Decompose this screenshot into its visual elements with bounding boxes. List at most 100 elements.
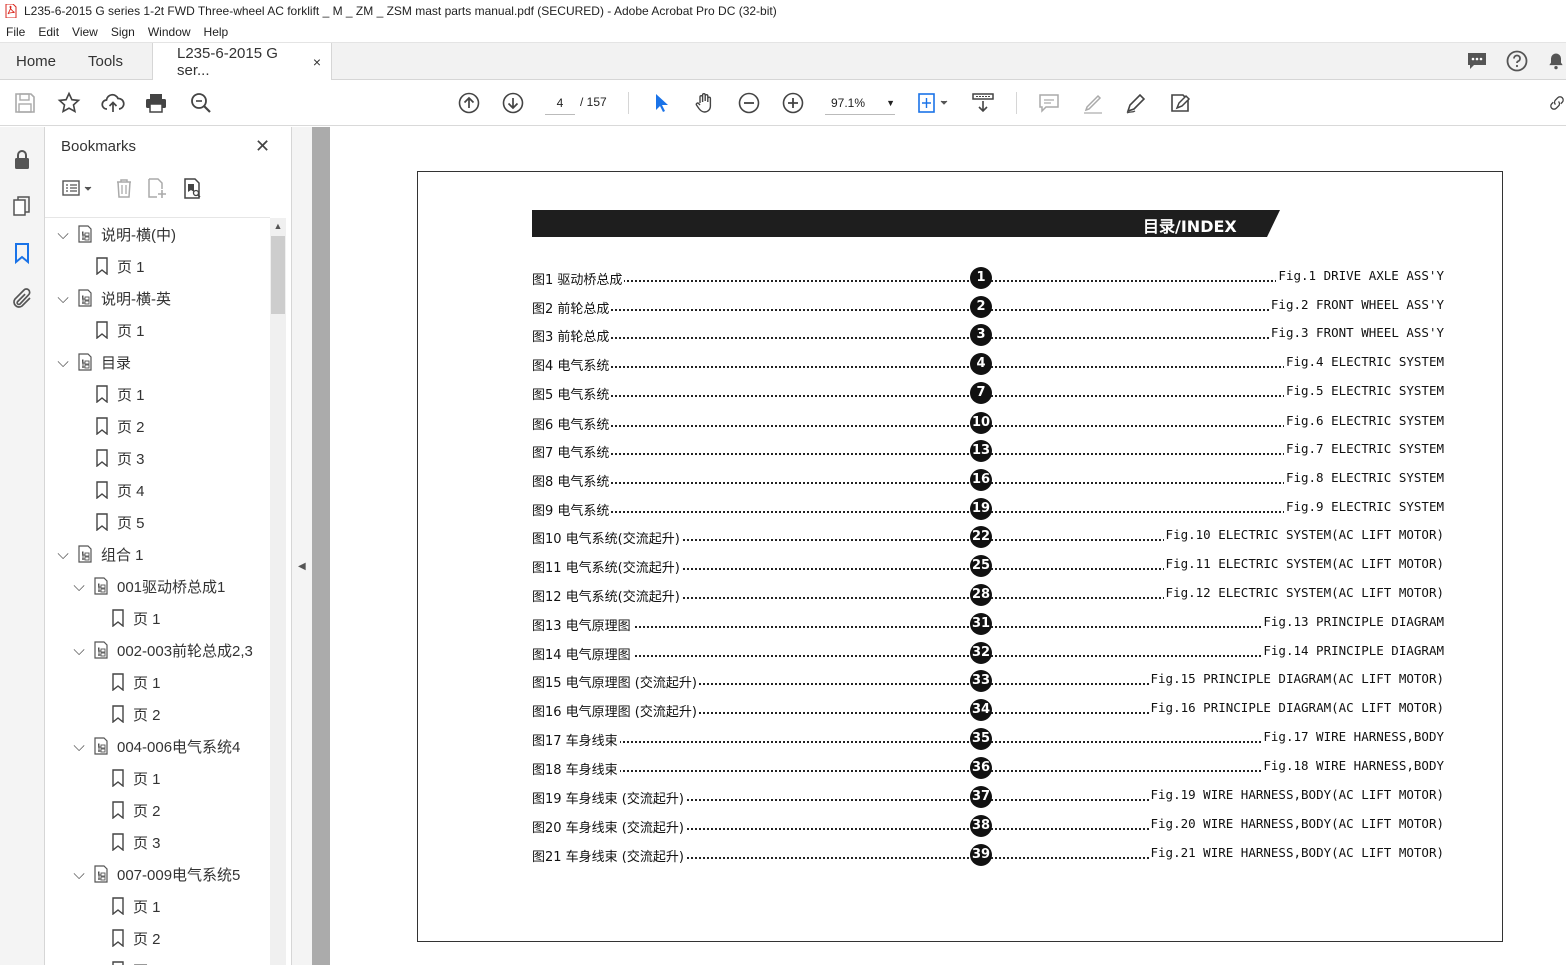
- bookmark-page-item[interactable]: 页 1: [103, 890, 161, 922]
- index-entry[interactable]: 图13 电气原理图 31 Fig.13 PRINCIPLE DIAGRAM: [532, 611, 1444, 637]
- comment-bubble-icon[interactable]: [1465, 49, 1489, 73]
- menu-edit[interactable]: Edit: [38, 25, 59, 39]
- notifications-bell-icon[interactable]: [1546, 49, 1566, 73]
- bookmark-group[interactable]: ⌵ 组合 1: [55, 538, 144, 570]
- next-page-icon[interactable]: [501, 91, 525, 115]
- bookmark-group[interactable]: ⌵ 004-006电气系统4: [71, 730, 240, 762]
- bookmarks-scrollbar[interactable]: [270, 218, 286, 965]
- scroll-mode-icon[interactable]: [971, 91, 995, 115]
- menu-sign[interactable]: Sign: [111, 25, 135, 39]
- menu-window[interactable]: Window: [148, 25, 191, 39]
- index-entry[interactable]: 图12 电气系统(交流起升) 28 Fig.12 ELECTRIC SYSTEM(A…: [532, 582, 1444, 608]
- share-link-icon[interactable]: [1548, 91, 1566, 115]
- upload-cloud-icon[interactable]: [101, 91, 125, 115]
- zoom-search-icon[interactable]: [189, 91, 213, 115]
- index-entry[interactable]: 图9 电气系统 19 Fig.9 ELECTRIC SYSTEM: [532, 496, 1444, 522]
- chevron-down-icon[interactable]: ⌵: [71, 578, 87, 595]
- index-entry[interactable]: 图18 车身线束 36 Fig.18 WIRE HARNESS,BODY: [532, 755, 1444, 781]
- bookmark-group[interactable]: ⌵ 001驱动桥总成1: [71, 570, 225, 602]
- index-entry[interactable]: 图8 电气系统 16 Fig.8 ELECTRIC SYSTEM: [532, 467, 1444, 493]
- bookmark-page-item[interactable]: 页 3: [103, 826, 161, 858]
- zoom-in-icon[interactable]: [781, 91, 805, 115]
- menu-view[interactable]: View: [72, 25, 98, 39]
- index-entry[interactable]: 图1 驱动桥总成 1 Fig.1 DRIVE AXLE ASS'Y: [532, 265, 1444, 291]
- index-entry[interactable]: 图2 前轮总成 2 Fig.2 FRONT WHEEL ASS'Y: [532, 294, 1444, 320]
- panel-splitter[interactable]: ◀: [292, 127, 312, 965]
- print-icon[interactable]: [144, 91, 168, 115]
- index-entry[interactable]: 图7 电气系统 13 Fig.7 ELECTRIC SYSTEM: [532, 438, 1444, 464]
- bookmark-group[interactable]: ⌵ 目录: [55, 346, 131, 378]
- bookmark-page-item[interactable]: 页 2: [87, 410, 145, 442]
- save-icon[interactable]: [13, 91, 37, 115]
- index-entry[interactable]: 图11 电气系统(交流起升) 25 Fig.11 ELECTRIC SYSTEM(A…: [532, 553, 1444, 579]
- bookmark-page-item[interactable]: 页 1: [87, 250, 145, 282]
- sign-pen-icon[interactable]: [1124, 91, 1148, 115]
- highlight-pen-icon[interactable]: [1081, 91, 1105, 115]
- bookmark-page-item[interactable]: 页 1: [103, 762, 161, 794]
- index-entry[interactable]: 图6 电气系统 10 Fig.6 ELECTRIC SYSTEM: [532, 410, 1444, 436]
- bookmark-page-item[interactable]: 页 2: [103, 698, 161, 730]
- chevron-down-icon[interactable]: ⌵: [55, 226, 71, 243]
- index-entry[interactable]: 图15 电气原理图 (交流起升) 33 Fig.15 PRINCIPLE DIAGR…: [532, 668, 1444, 694]
- chevron-down-icon[interactable]: ⌵: [71, 738, 87, 755]
- bookmark-page-item[interactable]: 页 3: [87, 442, 145, 474]
- bookmark-page-item[interactable]: 页 4: [87, 474, 145, 506]
- edit-redact-icon[interactable]: [1168, 91, 1192, 115]
- bookmarks-scroll-thumb[interactable]: [271, 236, 285, 314]
- chevron-down-icon[interactable]: ⌵: [55, 290, 71, 307]
- chevron-down-icon[interactable]: ⌵: [71, 642, 87, 659]
- previous-page-icon[interactable]: [457, 91, 481, 115]
- bookmark-options-icon[interactable]: [61, 177, 95, 199]
- tab-document[interactable]: L235-6-2015 G ser... ×: [152, 43, 332, 81]
- lock-icon[interactable]: [10, 148, 34, 172]
- tab-close-icon[interactable]: ×: [313, 54, 321, 70]
- bookmark-page-item[interactable]: 页 5: [87, 506, 145, 538]
- bookmark-page-item[interactable]: 页 2: [103, 794, 161, 826]
- bookmark-page-item[interactable]: 页 1: [87, 378, 145, 410]
- bookmark-page-item[interactable]: 页 1: [103, 666, 161, 698]
- index-entry[interactable]: 图10 电气系统(交流起升) 22 Fig.10 ELECTRIC SYSTEM(A…: [532, 524, 1444, 550]
- bookmark-page-item[interactable]: 页 3: [103, 954, 161, 965]
- index-entry[interactable]: 图14 电气原理图 32 Fig.14 PRINCIPLE DIAGRAM: [532, 640, 1444, 666]
- zoom-level-dropdown[interactable]: 97.1% ▼: [825, 91, 895, 115]
- page-number-input[interactable]: 4: [545, 91, 575, 115]
- star-bookmark-icon[interactable]: [57, 91, 81, 115]
- new-bookmark-icon[interactable]: [145, 177, 167, 199]
- select-cursor-icon[interactable]: [649, 91, 673, 115]
- tab-tools[interactable]: Tools: [88, 43, 123, 80]
- index-entry[interactable]: 图3 前轮总成 3 Fig.3 FRONT WHEEL ASS'Y: [532, 322, 1444, 348]
- bookmark-group[interactable]: ⌵ 说明-横-英: [55, 282, 171, 314]
- bookmark-panel-icon[interactable]: [10, 241, 34, 265]
- bookmark-page-item[interactable]: 页 1: [87, 314, 145, 346]
- tab-home[interactable]: Home: [16, 43, 56, 80]
- page-thumbnails-icon[interactable]: [10, 194, 34, 218]
- bookmark-group[interactable]: ⌵ 007-009电气系统5: [71, 858, 240, 890]
- index-entry[interactable]: 图21 车身线束 (交流起升) 39 Fig.21 WIRE HARNESS,BOD…: [532, 842, 1444, 868]
- scroll-up-icon[interactable]: ▲: [270, 218, 286, 234]
- index-entry[interactable]: 图5 电气系统 7 Fig.5 ELECTRIC SYSTEM: [532, 380, 1444, 406]
- index-entry[interactable]: 图17 车身线束 35 Fig.17 WIRE HARNESS,BODY: [532, 726, 1444, 752]
- bookmark-page-item[interactable]: 页 1: [103, 602, 161, 634]
- bookmark-page-item[interactable]: 页 2: [103, 922, 161, 954]
- chevron-down-icon[interactable]: ⌵: [55, 354, 71, 371]
- index-entry[interactable]: 图20 车身线束 (交流起升) 38 Fig.20 WIRE HARNESS,BOD…: [532, 813, 1444, 839]
- collapse-panel-arrow-icon[interactable]: ◀: [298, 561, 306, 572]
- fit-page-icon[interactable]: [916, 91, 950, 115]
- bookmark-group[interactable]: ⌵ 002-003前轮总成2,3: [71, 634, 253, 666]
- comment-icon[interactable]: [1037, 91, 1061, 115]
- help-icon[interactable]: [1505, 49, 1529, 73]
- hand-tool-icon[interactable]: [693, 91, 717, 115]
- chevron-down-icon[interactable]: ⌵: [71, 866, 87, 883]
- attachment-paperclip-icon[interactable]: [10, 287, 34, 311]
- delete-trash-icon[interactable]: [113, 177, 135, 199]
- bookmark-group[interactable]: ⌵ 说明-横(中): [55, 218, 176, 250]
- chevron-down-icon[interactable]: ⌵: [55, 546, 71, 563]
- menu-file[interactable]: File: [6, 25, 25, 39]
- close-panel-icon[interactable]: ✕: [255, 136, 270, 157]
- index-entry[interactable]: 图4 电气系统 4 Fig.4 ELECTRIC SYSTEM: [532, 351, 1444, 377]
- index-entry[interactable]: 图16 电气原理图 (交流起升) 34 Fig.16 PRINCIPLE DIAGR…: [532, 697, 1444, 723]
- menu-help[interactable]: Help: [204, 25, 229, 39]
- find-bookmark-icon[interactable]: [181, 177, 203, 199]
- index-entry[interactable]: 图19 车身线束 (交流起升) 37 Fig.19 WIRE HARNESS,BOD…: [532, 784, 1444, 810]
- zoom-out-icon[interactable]: [737, 91, 761, 115]
